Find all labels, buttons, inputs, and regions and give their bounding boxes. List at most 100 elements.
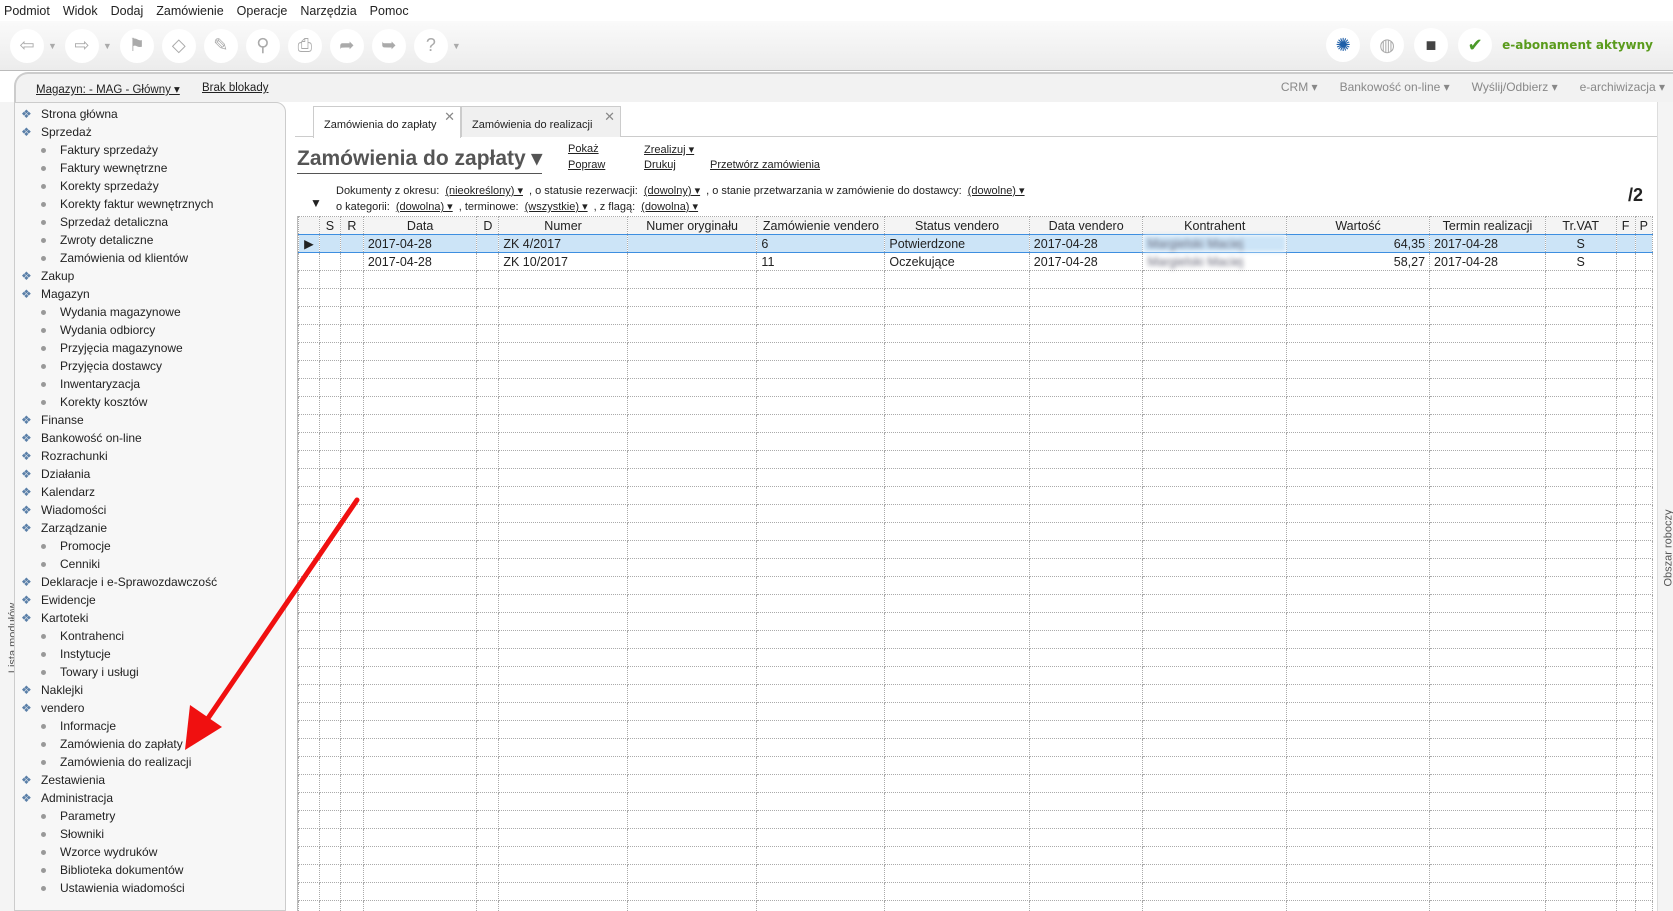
shield-check-icon[interactable]: ✔ bbox=[1458, 28, 1493, 62]
sidebar-item[interactable]: Zamówienia do zapłaty bbox=[15, 735, 285, 753]
sidebar-item[interactable]: Zamówienia od klientów bbox=[15, 249, 285, 267]
sidebar-item[interactable]: Instytucje bbox=[15, 645, 285, 663]
sidebar-module[interactable]: ❖ Zarządzanie bbox=[15, 519, 285, 537]
warehouse-selector[interactable]: Magazyn: - MAG - Główny ▾ bbox=[36, 82, 180, 96]
column-header[interactable]: D bbox=[476, 216, 500, 235]
sidebar-item[interactable]: Zamówienia do realizacji bbox=[15, 753, 285, 771]
crm-menu[interactable]: CRM ▾ bbox=[1281, 80, 1318, 94]
tab-orders-to-fulfil[interactable]: Zamówienia do realizacji ✕ bbox=[461, 106, 621, 137]
tab-orders-to-pay[interactable]: Zamówienia do zapłaty ✕ bbox=[313, 106, 461, 138]
new-document-icon[interactable]: ◇ bbox=[161, 28, 196, 63]
back-icon[interactable]: ⇦ bbox=[10, 28, 44, 63]
sidebar-module[interactable]: ❖ Wiadomości bbox=[15, 501, 285, 519]
column-header[interactable]: Data vendero bbox=[1028, 216, 1144, 235]
help-icon[interactable]: ? bbox=[413, 28, 448, 63]
e-archive-menu[interactable]: e-archiwizacja ▾ bbox=[1580, 80, 1665, 94]
sidebar-module[interactable]: ❖ Strona główna bbox=[15, 105, 285, 123]
filter-toggle-icon[interactable]: ▼ bbox=[310, 196, 322, 210]
sidebar-item[interactable]: Przyjęcia magazynowe bbox=[15, 339, 285, 357]
sidebar-item[interactable]: Sprzedaż detaliczna bbox=[15, 213, 285, 231]
sidebar-module[interactable]: ❖ Działania bbox=[15, 465, 285, 483]
subscription-status[interactable]: e-abonament aktywny bbox=[1502, 38, 1653, 52]
sidebar-module[interactable]: ❖ Finanse bbox=[15, 411, 285, 429]
menu-operacje[interactable]: Operacje bbox=[237, 4, 288, 18]
sidebar-module[interactable]: ❖ Kartoteki bbox=[15, 609, 285, 627]
sidebar-item[interactable]: Przyjęcia dostawcy bbox=[15, 357, 285, 375]
lock-status-link[interactable]: Brak blokady bbox=[202, 82, 268, 94]
sidebar-item[interactable]: Wydania magazynowe bbox=[15, 303, 285, 321]
workspace-strip[interactable]: Obszar roboczy bbox=[1657, 102, 1673, 911]
sidebar-module[interactable]: ❖ Zakup bbox=[15, 267, 285, 285]
column-header[interactable]: Kontrahent bbox=[1142, 216, 1288, 235]
sidebar-item[interactable]: Korekty faktur wewnętrznych bbox=[15, 195, 285, 213]
print-icon[interactable]: ⎙ bbox=[287, 28, 322, 63]
sidebar-module[interactable]: ❖ Deklaracje i e-Sprawozdawczość bbox=[15, 573, 285, 591]
export-icon[interactable]: ➦ bbox=[329, 28, 364, 63]
sidebar-module[interactable]: ❖ Zestawienia bbox=[15, 771, 285, 789]
chevron-down-icon[interactable]: ▼ bbox=[103, 41, 112, 51]
sidebar-item[interactable]: Biblioteka dokumentów bbox=[15, 861, 285, 879]
sidebar-module[interactable]: ❖ Administracja bbox=[15, 789, 285, 807]
sidebar-item[interactable]: Wzorce wydruków bbox=[15, 843, 285, 861]
sidebar-item[interactable]: Słowniki bbox=[15, 825, 285, 843]
module-list-strip[interactable]: Lista modułów bbox=[0, 102, 19, 911]
sidebar-module[interactable]: ❖ Sprzedaż bbox=[15, 123, 285, 141]
sidebar-item[interactable]: Wydania odbiorcy bbox=[15, 321, 285, 339]
sidebar-module[interactable]: ❖ vendero bbox=[15, 699, 285, 717]
sidebar-item[interactable]: Cenniki bbox=[15, 555, 285, 573]
column-header[interactable]: Status vendero bbox=[884, 216, 1030, 235]
column-header[interactable]: Zamówienie vendero bbox=[756, 216, 886, 235]
column-header[interactable]: Numer oryginału bbox=[626, 216, 758, 235]
table-row[interactable]: ▶ 2017-04-28 ZK 4/2017 6 Potwierdzone 2017-04… bbox=[298, 234, 1653, 253]
stamp-icon[interactable]: ⚲ bbox=[245, 28, 280, 63]
sidebar-item[interactable]: Korekty sprzedaży bbox=[15, 177, 285, 195]
menu-dodaj[interactable]: Dodaj bbox=[111, 4, 144, 18]
sidebar-module[interactable]: ❖ Rozrachunki bbox=[15, 447, 285, 465]
sidebar-module[interactable]: ❖ Ewidencje bbox=[15, 591, 285, 609]
page-title[interactable]: Zamówienia do zapłaty ▾ bbox=[297, 146, 543, 174]
chevron-down-icon[interactable]: ▼ bbox=[48, 41, 57, 51]
sidebar-module[interactable]: ❖ Magazyn bbox=[15, 285, 285, 303]
box-icon[interactable]: ■ bbox=[1414, 28, 1449, 62]
table-row[interactable]: 2017-04-28 ZK 10/2017 11 Oczekujące 2017-04-… bbox=[298, 252, 1653, 271]
column-header[interactable]: Termin realizacji bbox=[1429, 216, 1546, 235]
sidebar-item[interactable]: Faktury sprzedaży bbox=[15, 141, 285, 159]
sidebar-item[interactable]: Korekty kosztów bbox=[15, 393, 285, 411]
close-icon[interactable]: ✕ bbox=[444, 109, 455, 125]
print-link[interactable]: Drukuj bbox=[644, 159, 676, 171]
flag-filter[interactable]: (dowolna) ▾ bbox=[641, 201, 698, 213]
sidebar-item[interactable]: Zwroty detaliczne bbox=[15, 231, 285, 249]
process-orders-link[interactable]: Przetwórz zamówienia bbox=[710, 159, 820, 171]
sidebar-item[interactable]: Kontrahenci bbox=[15, 627, 285, 645]
column-header[interactable]: Data bbox=[362, 216, 478, 235]
sidebar-item[interactable]: Parametry bbox=[15, 807, 285, 825]
sidebar-item[interactable]: Ustawienia wiadomości bbox=[15, 879, 285, 897]
sidebar-item[interactable]: Towary i usługi bbox=[15, 663, 285, 681]
edit-link[interactable]: Popraw bbox=[568, 159, 605, 171]
close-icon[interactable]: ✕ bbox=[604, 109, 615, 125]
reservation-filter[interactable]: (dowolny) ▾ bbox=[644, 185, 700, 197]
column-header[interactable]: F bbox=[1615, 216, 1636, 235]
column-header[interactable] bbox=[298, 216, 320, 235]
column-header[interactable]: Wartość bbox=[1286, 216, 1431, 235]
sidebar-item[interactable]: Informacje bbox=[15, 717, 285, 735]
sidebar-module[interactable]: ❖ Kalendarz bbox=[15, 483, 285, 501]
menu-zamówienie[interactable]: Zamówienie bbox=[156, 4, 223, 18]
forward-icon[interactable]: ⇨ bbox=[64, 28, 99, 63]
sidebar-item[interactable]: Inwentaryzacja bbox=[15, 375, 285, 393]
sidebar-item[interactable]: Faktury wewnętrzne bbox=[15, 159, 285, 177]
sidebar-module[interactable]: ❖ Bankowość on-line bbox=[15, 429, 285, 447]
fulfil-link[interactable]: Zrealizuj ▾ bbox=[644, 143, 694, 156]
period-filter[interactable]: (nieokreślony) ▾ bbox=[445, 185, 523, 197]
globe-icon[interactable]: ◍ bbox=[1370, 28, 1405, 62]
menu-narzędzia[interactable]: Narzędzia bbox=[300, 4, 356, 18]
banking-menu[interactable]: Bankowość on-line ▾ bbox=[1340, 80, 1450, 94]
edit-icon[interactable]: ✎ bbox=[203, 28, 238, 63]
flag-icon[interactable]: ⚑ bbox=[119, 28, 154, 63]
category-filter[interactable]: (dowolna) ▾ bbox=[396, 201, 453, 213]
show-link[interactable]: Pokaż bbox=[568, 143, 599, 155]
vendero-icon[interactable]: ✺ bbox=[1326, 28, 1361, 62]
menu-pomoc[interactable]: Pomoc bbox=[370, 4, 409, 18]
column-header[interactable]: P bbox=[1634, 216, 1653, 235]
import-icon[interactable]: ➥ bbox=[371, 28, 406, 63]
